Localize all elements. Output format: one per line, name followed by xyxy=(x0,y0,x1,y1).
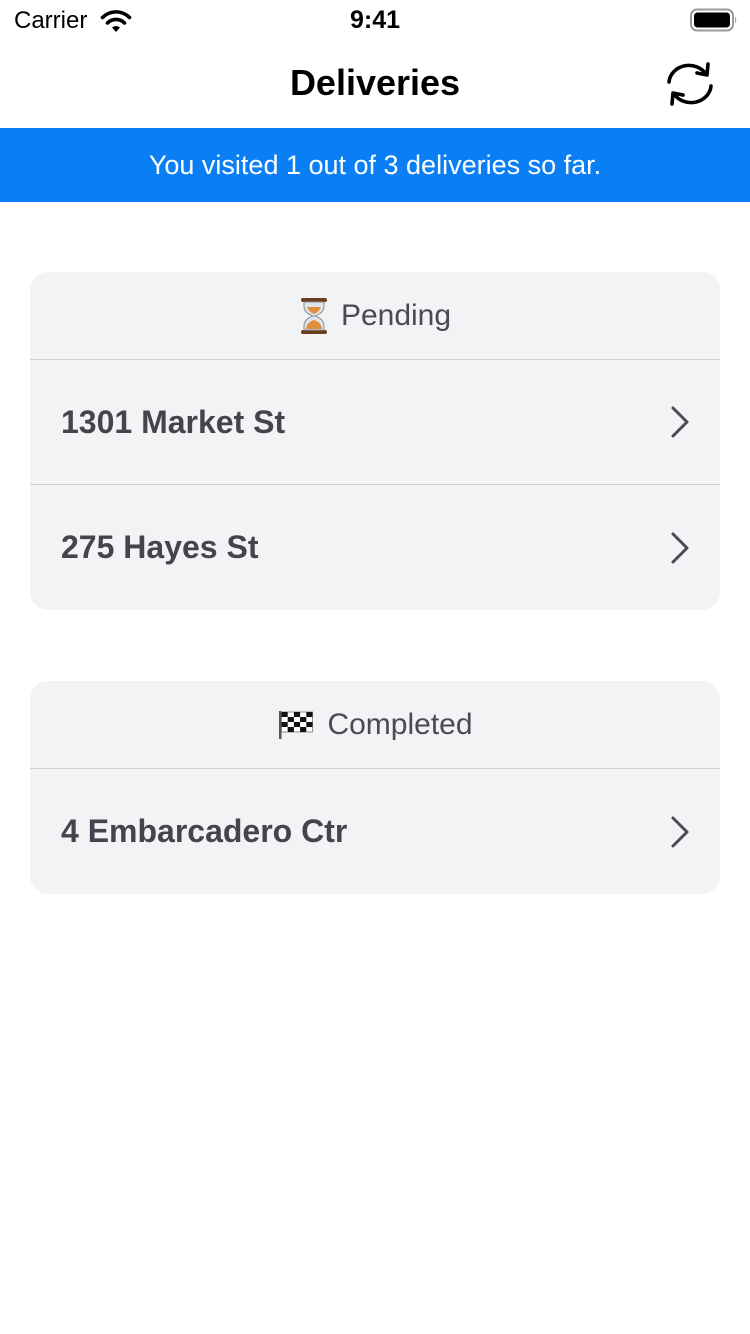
status-bar: Carrier 9:41 xyxy=(0,0,750,40)
checkered-flag-icon xyxy=(277,709,315,741)
refresh-button[interactable] xyxy=(660,58,720,110)
section-header: Completed xyxy=(30,681,720,769)
page-title: Deliveries xyxy=(289,62,461,103)
hourglass-icon xyxy=(299,297,329,335)
pending-section: Pending 1301 Market St 275 Hayes St xyxy=(30,272,720,610)
section-title: Completed xyxy=(327,707,473,741)
delivery-address: 4 Embarcadero Ctr xyxy=(61,813,348,849)
progress-banner: You visited 1 out of 3 deliveries so far… xyxy=(0,128,750,202)
chevron-right-icon xyxy=(671,816,689,847)
delivery-row[interactable]: 4 Embarcadero Ctr xyxy=(30,769,720,894)
section-header: Pending xyxy=(30,272,720,360)
delivery-address: 275 Hayes St xyxy=(61,529,259,565)
battery-icon xyxy=(690,8,737,32)
chevron-right-icon xyxy=(671,532,689,563)
section-title: Pending xyxy=(340,298,452,332)
refresh-icon xyxy=(667,62,713,106)
clock: 9:41 xyxy=(349,6,401,34)
delivery-row[interactable]: 275 Hayes St xyxy=(30,485,720,610)
delivery-address: 1301 Market St xyxy=(61,403,286,440)
delivery-row[interactable]: 1301 Market St xyxy=(30,360,720,485)
completed-section: Completed 4 Embarcadero Ctr xyxy=(30,681,720,894)
navigation-bar: Deliveries xyxy=(0,40,750,128)
banner-text: You visited 1 out of 3 deliveries so far… xyxy=(148,149,602,180)
chevron-right-icon xyxy=(671,406,689,438)
